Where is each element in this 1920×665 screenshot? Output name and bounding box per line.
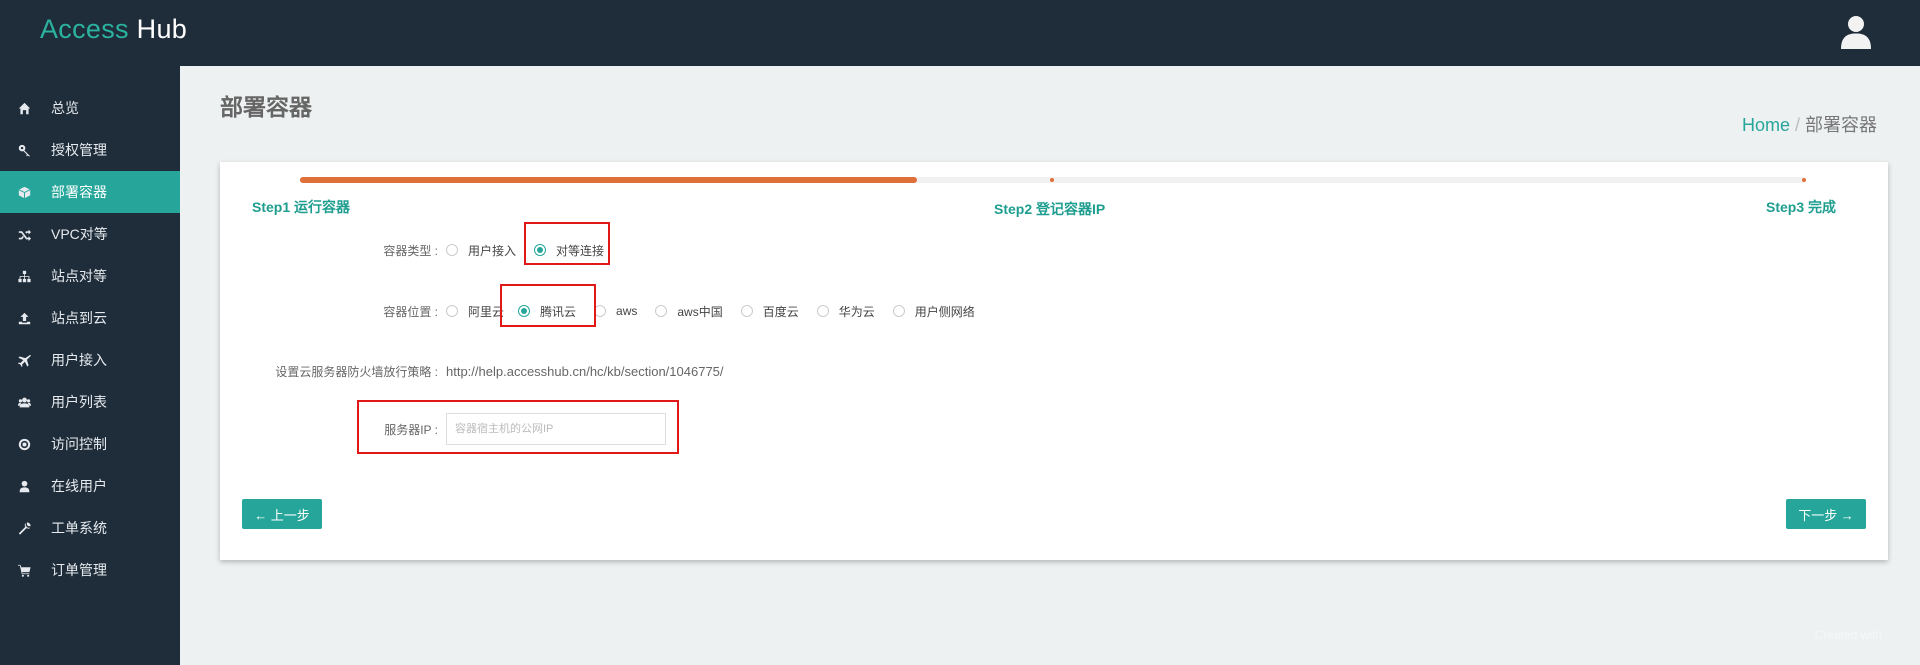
wrench-icon [17, 521, 31, 535]
radio-aliyun[interactable]: 阿里云 [446, 303, 504, 320]
sitemap-icon [17, 269, 31, 283]
prev-step-button[interactable]: ← 上一步 [242, 499, 322, 529]
sidebar-item-access-control[interactable]: 访问控制 [0, 423, 180, 465]
highlight-peer-connection [524, 222, 610, 265]
radio-circle[interactable] [446, 244, 458, 256]
cart-icon [17, 563, 31, 577]
top-bar: Access Hub [0, 0, 1920, 66]
radio-aws[interactable]: aws [594, 304, 637, 318]
sidebar-item-overview[interactable]: 总览 [0, 87, 180, 129]
radio-user-access[interactable]: 用户接入 [446, 242, 516, 259]
radio-aws-china[interactable]: aws中国 [655, 303, 723, 320]
users-icon [17, 395, 31, 409]
sidebar-item-deploy-container[interactable]: 部署容器 [0, 171, 180, 213]
plane-icon [17, 353, 31, 367]
sidebar-item-ticket-system[interactable]: 工单系统 [0, 507, 180, 549]
step1-marker [300, 178, 304, 182]
breadcrumb-current: 部署容器 [1805, 115, 1877, 135]
wizard-card: Step1 运行容器 Step2 登记容器IP Step3 完成 容器类型 : … [220, 162, 1888, 560]
footer-credit: Created with [1814, 628, 1882, 642]
breadcrumb-home-link[interactable]: Home [1742, 115, 1790, 135]
radio-label: 华为云 [838, 304, 875, 319]
sidebar-item-label: 工单系统 [51, 520, 107, 536]
brand-access: Access [40, 14, 129, 44]
highlight-server-ip [357, 400, 679, 454]
target-icon [17, 437, 31, 451]
sidebar-item-vpc-peering[interactable]: VPC对等 [0, 213, 180, 255]
page-title: 部署容器 [220, 94, 312, 120]
highlight-tencent-cloud [500, 284, 596, 327]
sidebar-item-label: 在线用户 [51, 478, 107, 494]
user-icon [17, 479, 31, 493]
key-icon [17, 143, 31, 157]
brand-hub: Hub [136, 14, 188, 44]
sidebar-item-site-to-cloud[interactable]: 站点到云 [0, 297, 180, 339]
radio-user-network[interactable]: 用户侧网络 [892, 303, 975, 320]
step2-marker [1050, 178, 1054, 182]
firewall-label: 设置云服务器防火墙放行策略 : [275, 364, 438, 379]
radio-label: 用户侧网络 [914, 304, 975, 319]
radio-baidu-cloud[interactable]: 百度云 [740, 303, 799, 320]
sidebar-item-site-peering[interactable]: 站点对等 [0, 255, 180, 297]
cube-icon [17, 185, 31, 199]
shuffle-icon [17, 227, 31, 241]
radio-circle[interactable] [655, 305, 668, 317]
sidebar-item-license[interactable]: 授权管理 [0, 129, 180, 171]
radio-label: 百度云 [762, 304, 799, 319]
sidebar-item-user-list[interactable]: 用户列表 [0, 381, 180, 423]
breadcrumb: Home / 部署容器 [1742, 111, 1877, 137]
step3-marker [1802, 178, 1806, 182]
sidebar-item-label: 访问控制 [51, 436, 107, 452]
user-icon[interactable] [1840, 15, 1872, 49]
radio-huawei-cloud[interactable]: 华为云 [816, 303, 875, 320]
sidebar-item-label: 用户接入 [51, 352, 107, 368]
sidebar-item-user-access[interactable]: 用户接入 [0, 339, 180, 381]
step1-label: Step1 运行容器 [252, 199, 351, 215]
brand-logo[interactable]: Access Hub [40, 14, 187, 45]
container-location-row: 容器位置 : 阿里云 腾讯云 aws aws中国 百度云 华为云 用户侧网络 [220, 301, 975, 321]
sidebar-item-label: 授权管理 [51, 142, 107, 158]
sidebar-item-label: VPC对等 [51, 226, 108, 242]
radio-label: aws [616, 304, 638, 318]
step3-label: Step3 完成 [1766, 199, 1837, 215]
sidebar-item-online-users[interactable]: 在线用户 [0, 465, 180, 507]
sidebar-item-label: 站点对等 [51, 268, 107, 284]
sidebar: 总览 授权管理 部署容器 VPC对等 站点对等 站点到云 用户接入 用户列表 访… [0, 66, 180, 665]
radio-circle[interactable] [446, 305, 458, 317]
radio-label: 阿里云 [468, 304, 505, 319]
firewall-help-link[interactable]: http://help.accesshub.cn/hc/kb/section/1… [446, 364, 724, 379]
step2-label: Step2 登记容器IP [994, 201, 1106, 217]
radio-label: 用户接入 [468, 243, 517, 258]
home-icon [17, 101, 31, 115]
breadcrumb-separator: / [1794, 115, 1800, 135]
sidebar-item-label: 用户列表 [51, 394, 107, 410]
firewall-row: 设置云服务器防火墙放行策略 : http://help.accesshub.cn… [220, 361, 724, 381]
sidebar-item-label: 部署容器 [51, 184, 107, 200]
sidebar-item-label: 订单管理 [51, 562, 107, 578]
wizard-progress-fill [300, 177, 918, 183]
sidebar-item-order-management[interactable]: 订单管理 [0, 549, 180, 591]
sidebar-item-label: 总览 [51, 100, 79, 116]
radio-label: aws中国 [677, 304, 723, 319]
container-location-label: 容器位置 : [383, 304, 438, 319]
radio-circle[interactable] [740, 305, 753, 317]
sidebar-item-label: 站点到云 [51, 310, 107, 326]
radio-circle[interactable] [892, 305, 905, 317]
container-type-label: 容器类型 : [383, 243, 438, 258]
radio-circle[interactable] [816, 305, 829, 317]
upload-icon [17, 311, 31, 325]
next-step-button[interactable]: 下一步 → [1786, 499, 1866, 529]
